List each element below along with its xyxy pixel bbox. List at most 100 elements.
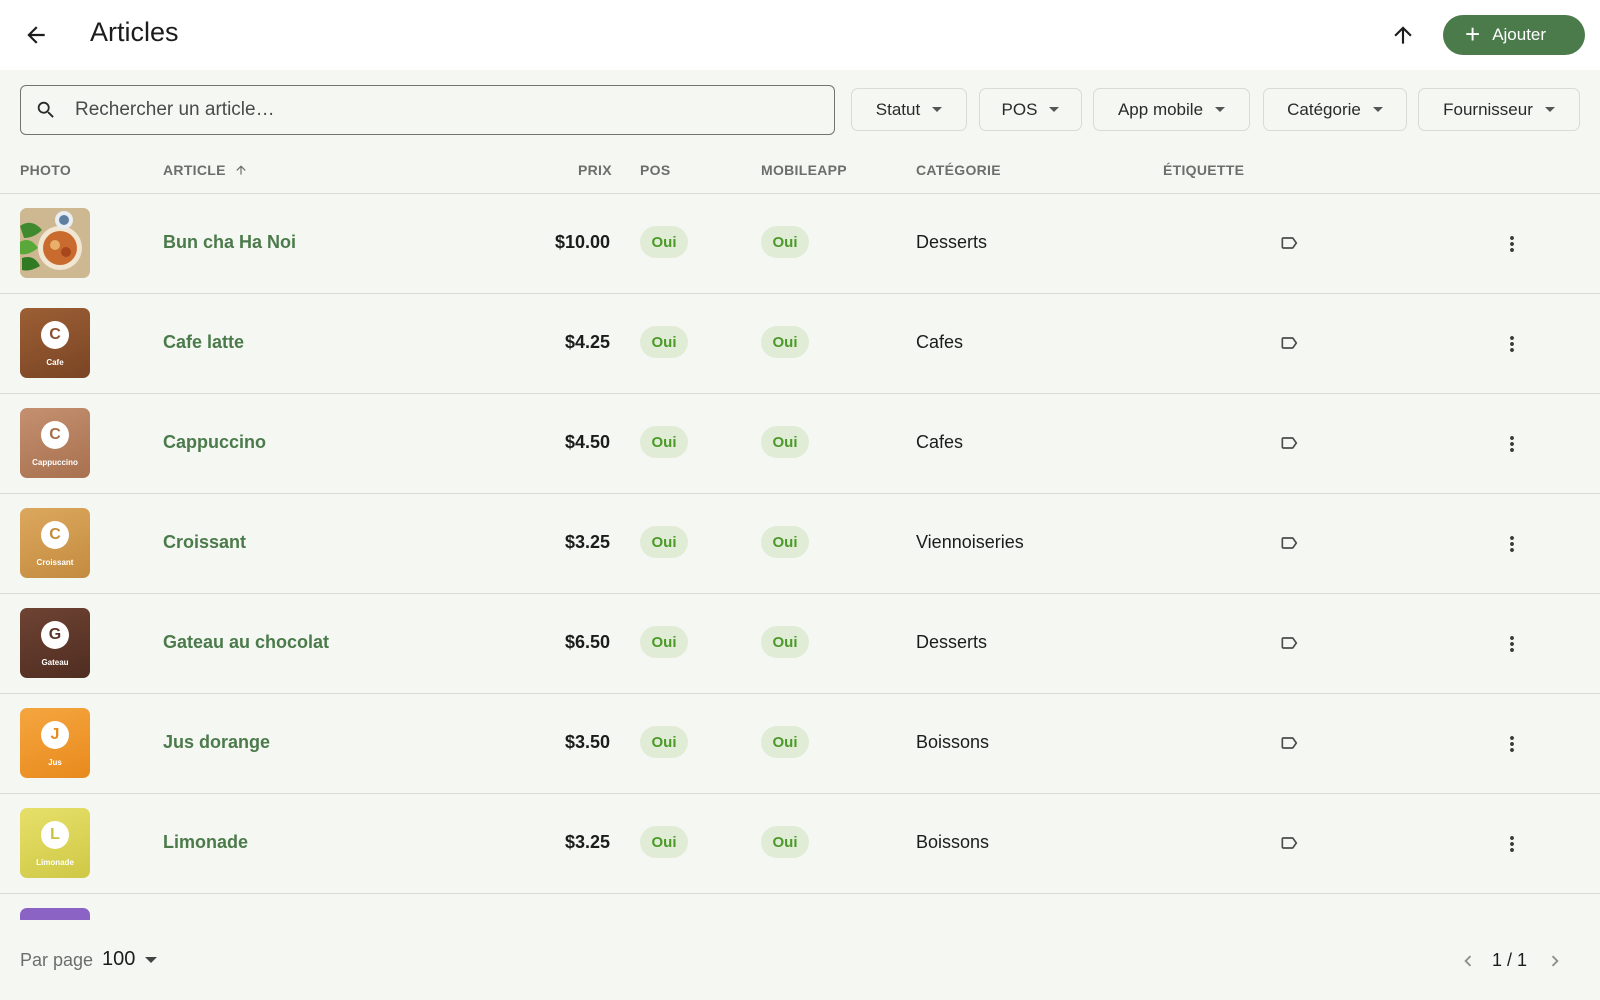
article-name-link[interactable]: Croissant — [163, 532, 246, 553]
filter-fournisseur[interactable]: Fournisseur — [1418, 88, 1580, 131]
pos-status-badge: Oui — [640, 426, 688, 458]
add-button[interactable]: + Ajouter — [1443, 15, 1585, 55]
mobileapp-status-badge: Oui — [761, 326, 809, 358]
article-price: $3.25 — [564, 832, 610, 852]
previous-page-button[interactable] — [1456, 946, 1480, 976]
article-category: Desserts — [916, 232, 988, 252]
row-more-button[interactable] — [1498, 324, 1526, 364]
mobileapp-status-badge: Oui — [761, 626, 809, 658]
per-page-value: 100 — [102, 948, 136, 970]
more-vert-icon — [1510, 436, 1514, 452]
photo-caption: Limonade — [36, 858, 74, 867]
filter-app-mobile[interactable]: App mobile — [1093, 88, 1250, 131]
page-indicator: 1 / 1 — [1492, 950, 1528, 970]
upload-button[interactable] — [1383, 15, 1423, 55]
mobileapp-status-badge: Oui — [761, 226, 809, 258]
next-page-button[interactable] — [1543, 946, 1567, 976]
article-name-link[interactable]: Bun cha Ha Noi — [163, 232, 296, 253]
pagination-footer: Par page 100 1 / 1 — [0, 920, 1600, 1000]
article-name-link[interactable]: Limonade — [163, 832, 248, 853]
table-row[interactable]: Bun cha Ha Noi $10.00 Oui Oui Desserts — [0, 194, 1600, 294]
table-row[interactable]: C Cafe Cafe latte $4.25 Oui Oui Cafes — [0, 294, 1600, 394]
label-tag-icon[interactable] — [1278, 533, 1300, 553]
search-input[interactable] — [75, 99, 775, 121]
dropdown-caret-icon — [1372, 107, 1383, 112]
filter-categorie[interactable]: Catégorie — [1263, 88, 1407, 131]
article-photo: C Croissant — [20, 508, 90, 578]
label-tag-icon[interactable] — [1278, 433, 1300, 453]
article-name-link[interactable]: Cafe latte — [163, 332, 244, 353]
column-header-photo: PHOTO — [20, 162, 72, 178]
article-category: Boissons — [916, 732, 990, 752]
article-category: Cafes — [916, 432, 964, 452]
table-row[interactable]: L Limonade Limonade $3.25 Oui Oui Boissons — [0, 794, 1600, 894]
article-price: $4.50 — [564, 432, 610, 452]
article-name-link[interactable]: Cappuccino — [163, 432, 266, 453]
search-field[interactable] — [20, 85, 835, 135]
article-photo: C Cappuccino — [20, 408, 90, 478]
table-row[interactable]: J Jus Jus dorange $3.50 Oui Oui Boissons — [0, 694, 1600, 794]
photo-initial: J — [41, 721, 69, 749]
filter-pos[interactable]: POS — [979, 88, 1082, 131]
row-more-button[interactable] — [1498, 224, 1526, 264]
photo-initial: C — [41, 521, 69, 549]
more-vert-icon — [1510, 636, 1514, 652]
column-header-prix: PRIX — [578, 162, 612, 178]
mobileapp-status-badge: Oui — [761, 826, 809, 858]
article-price: $3.50 — [564, 732, 610, 752]
article-photo: C Cafe — [20, 308, 90, 378]
column-header-etiquette: ÉTIQUETTE — [1163, 162, 1245, 178]
column-header-pos: POS — [640, 162, 671, 178]
row-more-button[interactable] — [1498, 524, 1526, 564]
back-button[interactable] — [16, 15, 56, 55]
row-more-button[interactable] — [1498, 424, 1526, 464]
photo-initial: L — [41, 821, 69, 849]
chevron-right-icon — [1551, 955, 1559, 967]
label-tag-icon[interactable] — [1278, 733, 1300, 753]
filter-statut[interactable]: Statut — [851, 88, 967, 131]
article-category: Viennoiseries — [916, 532, 1024, 552]
row-more-button[interactable] — [1498, 824, 1526, 864]
table-row[interactable]: G Gateau Gateau au chocolat $6.50 Oui Oui Dess… — [0, 594, 1600, 694]
label-tag-icon[interactable] — [1278, 333, 1300, 353]
article-name-link[interactable]: Jus dorange — [163, 732, 270, 753]
article-price: $6.50 — [564, 632, 610, 652]
dropdown-caret-icon — [1544, 107, 1555, 112]
chevron-left-icon — [1464, 955, 1472, 967]
pos-status-badge: Oui — [640, 826, 688, 858]
table-row[interactable]: C Cappuccino Cappuccino $4.50 Oui Oui Cafes — [0, 394, 1600, 494]
pos-status-badge: Oui — [640, 526, 688, 558]
article-price: $3.25 — [564, 532, 610, 552]
per-page-select[interactable]: 100 — [102, 948, 158, 971]
plus-icon: + — [1465, 18, 1481, 49]
search-icon — [37, 101, 54, 118]
more-vert-icon — [1510, 536, 1514, 552]
table-row[interactable]: C Croissant Croissant $3.25 Oui Oui Viennoiser… — [0, 494, 1600, 594]
per-page-label: Par page — [20, 950, 94, 970]
pos-status-badge: Oui — [640, 726, 688, 758]
column-header-article[interactable]: ARTICLE — [163, 162, 248, 178]
column-header-categorie: CATÉGORIE — [916, 162, 1001, 178]
partial-row-thumbnail — [20, 908, 90, 920]
pos-status-badge: Oui — [640, 226, 688, 258]
dropdown-caret-icon — [1049, 107, 1060, 112]
pos-status-badge: Oui — [640, 326, 688, 358]
label-tag-icon[interactable] — [1278, 833, 1300, 853]
more-vert-icon — [1510, 336, 1514, 352]
label-tag-icon[interactable] — [1278, 233, 1300, 253]
label-tag-icon[interactable] — [1278, 633, 1300, 653]
more-vert-icon — [1510, 736, 1514, 752]
article-name-link[interactable]: Gateau au chocolat — [163, 632, 329, 653]
article-price: $10.00 — [554, 232, 610, 252]
more-vert-icon — [1510, 236, 1514, 252]
row-more-button[interactable] — [1498, 624, 1526, 664]
photo-caption: Cappuccino — [32, 458, 78, 467]
article-category: Cafes — [916, 332, 964, 352]
article-photo: G Gateau — [20, 608, 90, 678]
row-more-button[interactable] — [1498, 724, 1526, 764]
filter-label: Fournisseur — [1443, 99, 1533, 119]
column-header-article-label: ARTICLE — [163, 162, 226, 178]
top-app-bar: Articles + Ajouter — [0, 0, 1600, 70]
page-title: Articles — [90, 17, 179, 47]
filter-label: Statut — [875, 99, 921, 119]
